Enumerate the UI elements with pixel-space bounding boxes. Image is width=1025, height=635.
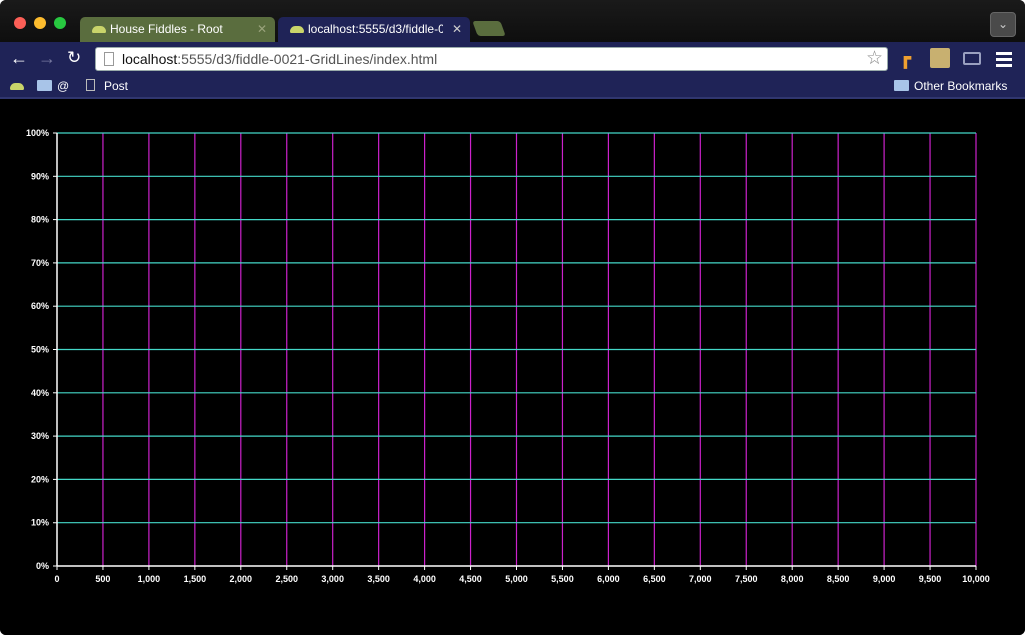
axes [53,132,977,570]
cast-icon[interactable] [963,52,981,65]
close-tab-icon[interactable]: ✕ [257,17,267,42]
favicon-icon [290,26,304,33]
x-tick-label: 6,000 [597,574,620,584]
y-tick-label: 60% [31,301,49,311]
y-tick-label: 20% [31,474,49,484]
address-bar[interactable]: localhost:5555/d3/fiddle-0021-GridLines/… [95,47,888,71]
y-tick-label: 50% [31,345,49,355]
x-tick-label: 5,500 [551,574,574,584]
x-tick-label: 9,000 [873,574,896,584]
page-icon [86,79,95,91]
y-tick-label: 70% [31,258,49,268]
hamburger-menu-icon[interactable] [996,52,1012,70]
x-tick-label: 9,500 [919,574,942,584]
x-tick-label: 6,500 [643,574,666,584]
y-tick-label: 90% [31,171,49,181]
url-host: localhost [122,51,178,67]
folder-icon [894,80,909,91]
tab-title: localhost:5555/d3/fiddle-0021-GridLines/… [308,22,443,36]
x-tick-label: 7,500 [735,574,758,584]
bookmark-favicon-icon[interactable] [10,83,24,90]
x-tick-label: 4,000 [413,574,436,584]
x-tick-label: 3,500 [367,574,390,584]
x-tick-label: 1,000 [138,574,161,584]
arrow-left-icon[interactable]: ← [10,48,28,68]
bookmark-folder-at[interactable]: @ [37,75,69,97]
x-tick-label: 1,500 [184,574,207,584]
x-tick-label: 0 [54,574,59,584]
url-path: :5555/d3/fiddle-0021-GridLines/index.htm… [177,51,438,67]
tab-strip: House Fiddles - Root ✕ localhost:5555/d3… [0,0,1025,42]
close-tab-icon[interactable]: ✕ [452,17,462,42]
x-tick-label: 10,000 [962,574,990,584]
folder-icon [37,80,52,91]
star-icon[interactable]: ☆ [866,48,883,70]
grid-chart: 0 500 1,000 1,500 2,000 2,500 3,000 3,500 4,000 4… [26,128,990,584]
window-close-button[interactable] [14,17,26,29]
window-maximize-button[interactable] [54,17,66,29]
tab-gridlines[interactable]: localhost:5555/d3/fiddle-0021-GridLines/… [278,17,470,42]
bookmark-post[interactable]: Post [86,75,128,97]
x-tick-label: 7,000 [689,574,712,584]
window-minimize-button[interactable] [34,17,46,29]
x-tick-label: 8,500 [827,574,850,584]
y-tick-label: 0% [36,561,49,571]
y-tick-label: 30% [31,431,49,441]
y-tick-labels: 0% 10% 20% 30% 40% 50% 60% 70% 80% 90% 100% [26,128,49,571]
x-tick-label: 500 [95,574,110,584]
y-tick-label: 80% [31,215,49,225]
x-tick-label: 5,000 [505,574,528,584]
x-tick-label: 2,500 [275,574,298,584]
x-tick-labels: 0 500 1,000 1,500 2,000 2,500 3,000 3,500 4,000 4… [54,574,989,584]
x-tick-label: 3,000 [321,574,344,584]
x-tick-label: 4,500 [459,574,482,584]
reload-icon[interactable]: ↻ [67,48,81,68]
x-tick-label: 8,000 [781,574,804,584]
profile-button[interactable]: ⌄ [990,12,1016,37]
tab-house-fiddles[interactable]: House Fiddles - Root ✕ [80,17,275,42]
other-bookmarks[interactable]: Other Bookmarks [894,75,1007,97]
y-tick-label: 40% [31,388,49,398]
extension-hammer-icon[interactable]: ┏ [900,48,918,68]
x-tick-label: 2,000 [230,574,253,584]
browser-window: House Fiddles - Root ✕ localhost:5555/d3… [0,0,1025,635]
browser-toolbar: ← → ↻ localhost:5555/d3/fiddle-0021-Grid… [0,42,1025,75]
bookmarks-bar: @ Post Other Bookmarks [0,75,1025,99]
page-content: 0 500 1,000 1,500 2,000 2,500 3,000 3,500 4,000 4… [0,99,1025,635]
tab-title: House Fiddles - Root [110,22,223,36]
extension-home-icon[interactable] [930,48,950,68]
page-icon [104,52,114,66]
arrow-right-icon[interactable]: → [38,48,56,68]
y-tick-label: 100% [26,128,49,138]
y-tick-label: 10% [31,518,49,528]
url-text[interactable]: localhost:5555/d3/fiddle-0021-GridLines/… [122,48,437,70]
favicon-icon [92,26,106,33]
new-tab-button[interactable] [472,21,506,36]
